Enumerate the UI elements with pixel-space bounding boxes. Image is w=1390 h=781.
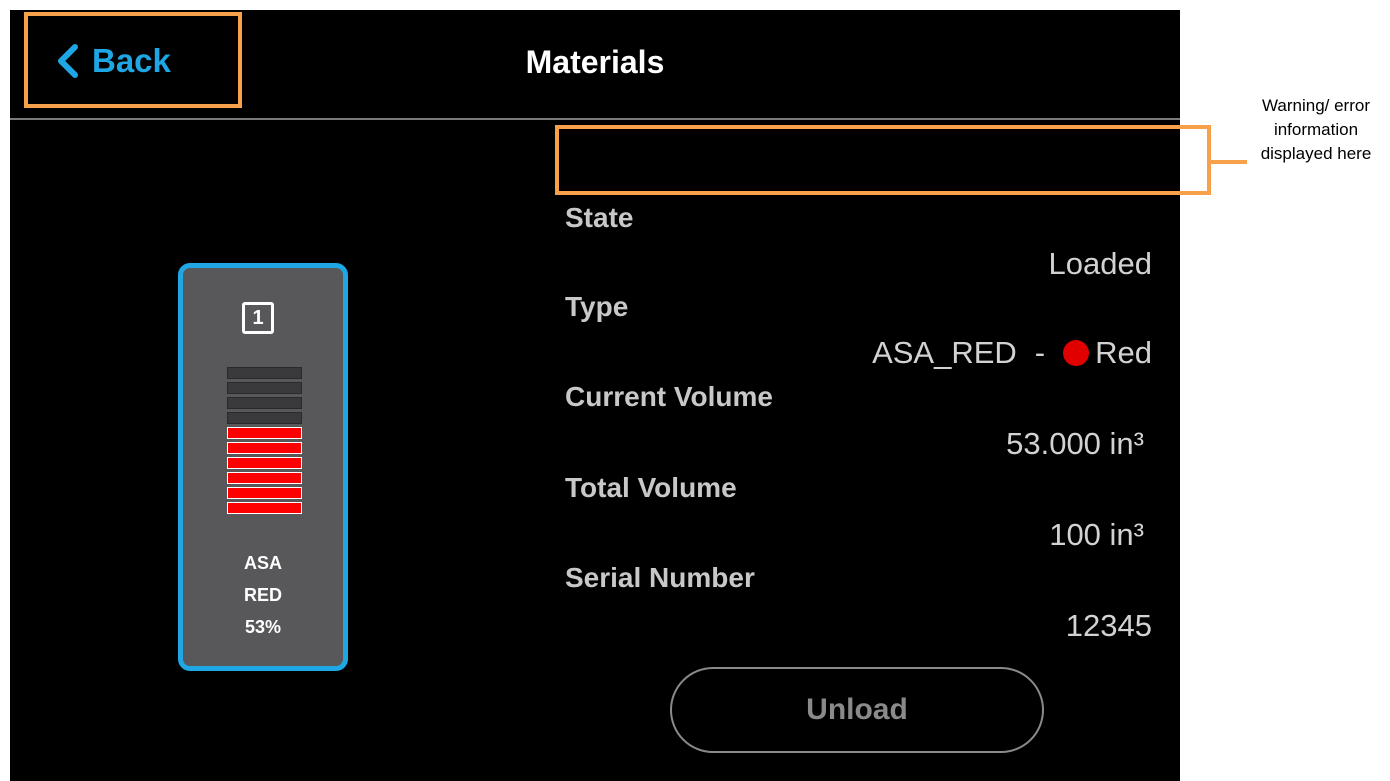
serial-number-label: Serial Number (565, 562, 755, 593)
gauge-segment-filled (227, 427, 302, 439)
state-label: State (565, 202, 634, 233)
page-title: Materials (525, 44, 665, 80)
total-volume-label: Total Volume (565, 472, 737, 503)
current-volume-label: Current Volume (565, 381, 773, 412)
material-canister-card[interactable]: 1 ASA RED 53% (178, 263, 348, 671)
gauge-segment-filled (227, 502, 302, 514)
canister-material-name: ASA (243, 553, 282, 573)
gauge-segment-empty (227, 382, 302, 394)
current-volume-value: 53.000 in³ (1006, 426, 1144, 461)
canister-fill-percent: 53% (244, 617, 282, 637)
color-name: Red (1095, 335, 1152, 370)
gauge-segment-filled (227, 442, 302, 454)
gauge-segment-filled (227, 472, 302, 484)
type-code: ASA_RED (872, 335, 1017, 370)
header-divider (10, 118, 1180, 120)
type-separator: - (1034, 335, 1046, 370)
type-label: Type (565, 291, 629, 322)
materials-screen: Back Materials 1 ASA RED 53% State Loade… (10, 10, 1180, 781)
annotation-connector (1211, 160, 1247, 164)
gauge-segment-filled (227, 457, 302, 469)
header-bar: Back Materials (10, 10, 1180, 118)
total-volume-value: 100 in³ (1049, 517, 1144, 552)
gauge-segment-filled (227, 487, 302, 499)
unload-label: Unload (806, 693, 908, 726)
color-dot-icon (1063, 340, 1090, 366)
gauge-segment-empty (227, 367, 302, 379)
serial-number-value: 12345 (1065, 608, 1152, 643)
annotation-label: Warning/ error information displayed her… (1260, 96, 1372, 163)
canister-material-color: RED (243, 585, 282, 605)
state-value: Loaded (1048, 246, 1152, 281)
type-value: ASA_RED - Red (872, 335, 1152, 371)
gauge-segment-empty (227, 397, 302, 409)
unload-button[interactable]: Unload (670, 667, 1044, 753)
material-level-gauge (227, 367, 302, 517)
slot-number-badge: 1 (242, 302, 274, 334)
gauge-segment-empty (227, 412, 302, 424)
